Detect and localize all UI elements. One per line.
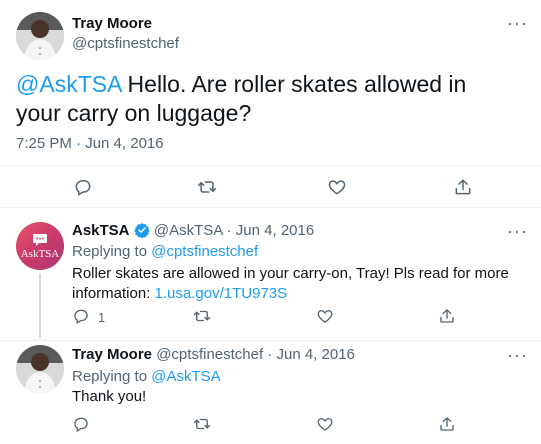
main-divider-top (0, 165, 541, 166)
reply2-replying-to: Replying to @AskTSA (72, 368, 221, 385)
reply2-replying-handle[interactable]: @AskTSA (151, 368, 220, 385)
reply-icon[interactable] (72, 415, 90, 433)
retweet-icon[interactable] (197, 177, 217, 197)
share-icon[interactable] (438, 415, 456, 433)
reply-icon[interactable] (72, 307, 90, 325)
main-author-name[interactable]: Tray Moore (72, 15, 152, 32)
main-author-handle[interactable]: @cptsfinestchef (72, 35, 179, 52)
reply1-replying-to: Replying to @cptsfinestchef (72, 243, 258, 260)
reply2-avatar[interactable] (16, 345, 64, 393)
reply1-author-name[interactable]: AskTSA (72, 222, 130, 239)
reply1-replying-handle[interactable]: @cptsfinestchef (151, 243, 258, 260)
retweet-icon[interactable] (193, 415, 211, 433)
reply2-replying-prefix: Replying to (72, 368, 152, 385)
like-icon[interactable] (316, 415, 334, 433)
reply1-more-button[interactable]: ··· (507, 222, 528, 240)
retweet-icon[interactable] (193, 307, 211, 325)
like-icon[interactable] (327, 177, 347, 197)
reply1-reply-count: 1 (98, 310, 106, 325)
thread-line (39, 274, 41, 338)
main-more-button[interactable]: ··· (507, 14, 528, 32)
main-tweet-text: @AskTSA Hello. Are roller skates allowed… (16, 70, 516, 128)
reply1-divider (0, 340, 541, 341)
reply1-replying-prefix: Replying to (72, 243, 152, 260)
reply2-date[interactable]: · Jun 4, 2016 (267, 346, 355, 363)
chat-bubble-icon (33, 233, 47, 246)
chef-portrait-image (16, 12, 64, 60)
reply1-text: Roller skates are allowed in your carry-… (72, 264, 512, 304)
reply1-date[interactable]: · Jun 4, 2016 (227, 222, 315, 239)
reply1-link[interactable]: 1.usa.gov/1TU973S (155, 285, 288, 302)
verified-badge-icon (133, 223, 150, 238)
main-divider-bottom (0, 207, 541, 208)
share-icon[interactable] (453, 177, 473, 197)
asktsa-avatar[interactable]: AskTSA (16, 222, 64, 270)
main-mention-link[interactable]: @AskTSA (16, 71, 121, 97)
reply1-body: Roller skates are allowed in your carry-… (72, 265, 509, 302)
reply2-author-name[interactable]: Tray Moore (72, 346, 152, 363)
reply2-header: Tray Moore @cptsfinestchef · Jun 4, 2016 (72, 346, 355, 363)
reply2-author-handle[interactable]: @cptsfinestchef (156, 346, 263, 363)
main-timestamp[interactable]: 7:25 PM · Jun 4, 2016 (16, 135, 164, 152)
reply1-author-handle[interactable]: @AskTSA (154, 222, 223, 239)
reply2-more-button[interactable]: ··· (507, 346, 528, 364)
share-icon[interactable] (438, 307, 456, 325)
main-tweet-avatar[interactable] (16, 12, 64, 60)
like-icon[interactable] (316, 307, 334, 325)
asktsa-avatar-text: AskTSA (20, 247, 60, 260)
chef-portrait-image (16, 345, 64, 393)
reply1-header: AskTSA @AskTSA · Jun 4, 2016 (72, 222, 314, 239)
reply2-text: Thank you! (72, 388, 147, 405)
reply-icon[interactable] (73, 177, 93, 197)
